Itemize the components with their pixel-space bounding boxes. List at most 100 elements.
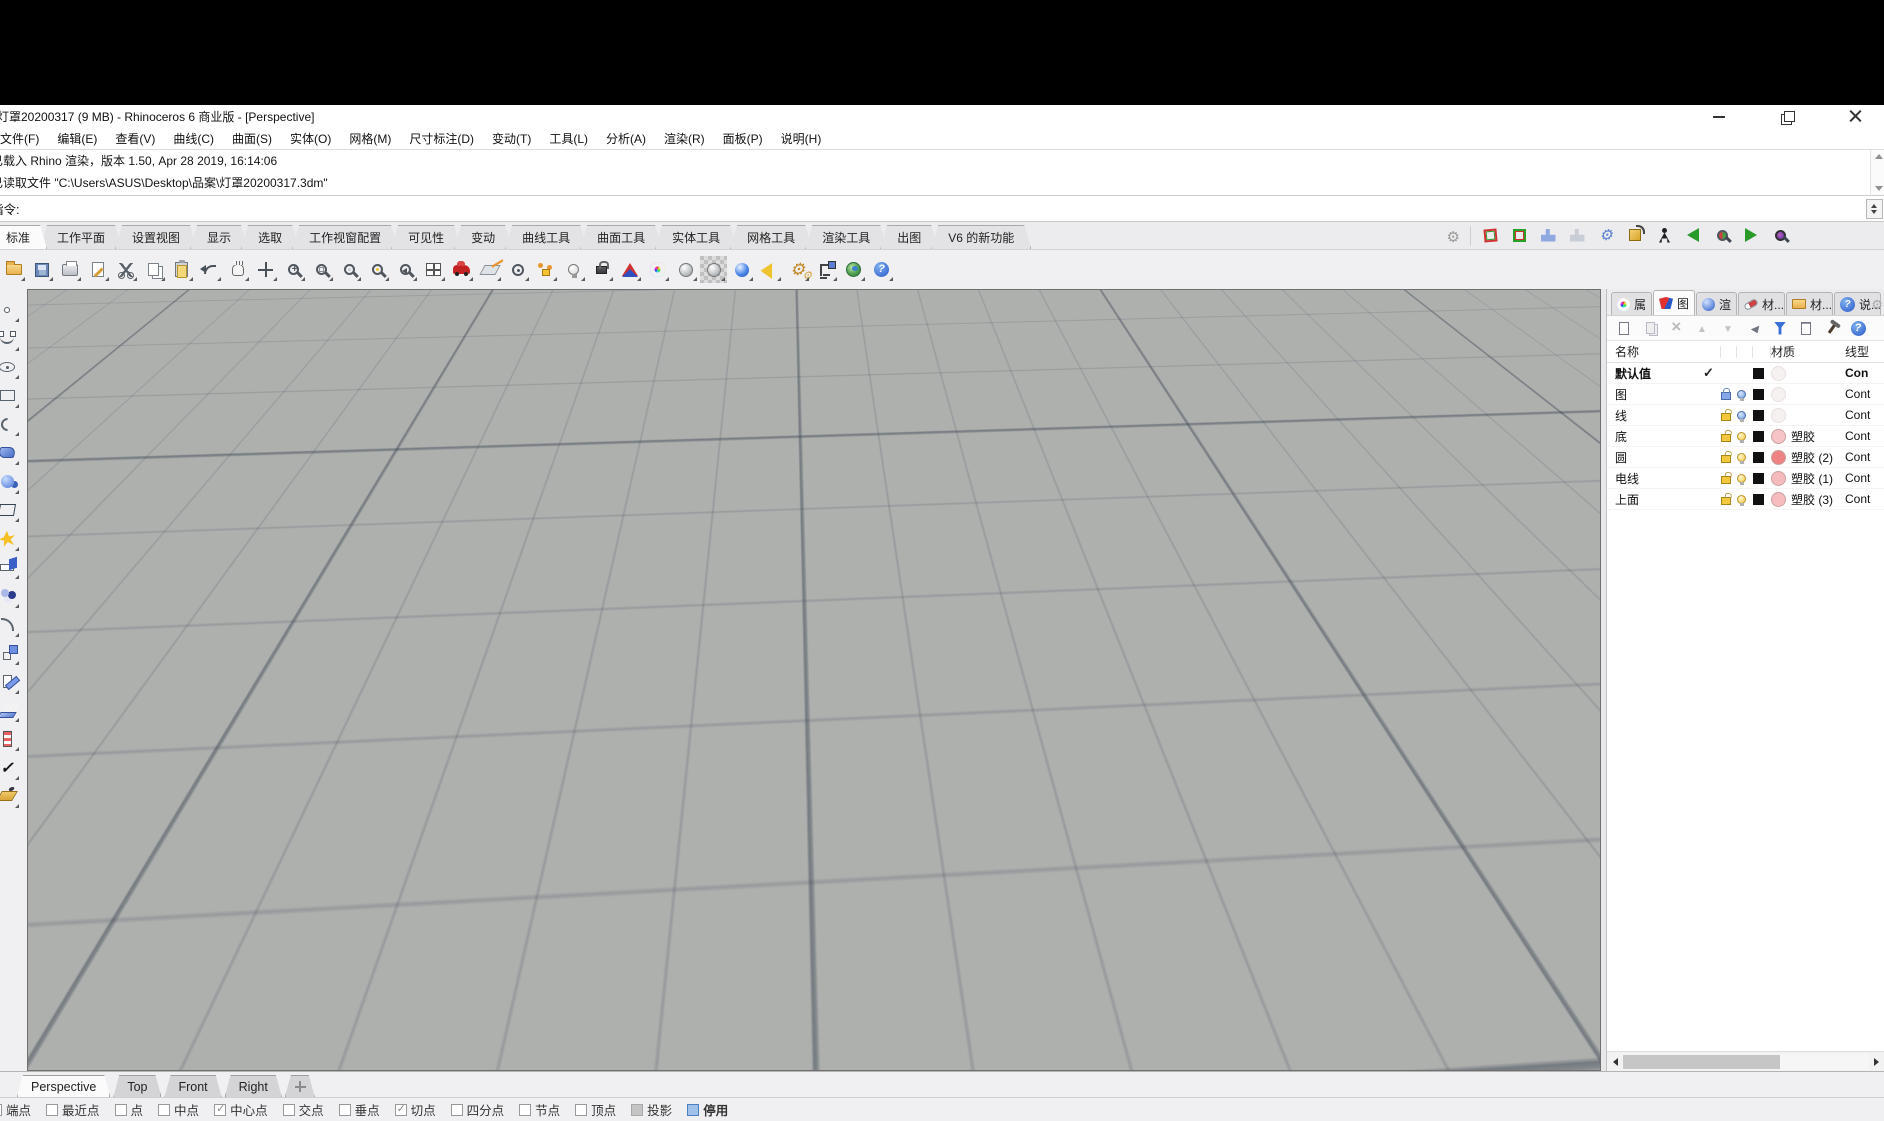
zoom-dynamic-icon[interactable] [336, 256, 363, 283]
ribbon-tab[interactable]: 实体工具 [655, 225, 737, 249]
checkbox[interactable] [283, 1104, 295, 1116]
view-tab[interactable]: Front [164, 1075, 221, 1097]
menu-item[interactable]: 尺寸标注(D) [400, 128, 483, 149]
person-scale-icon[interactable] [1651, 222, 1677, 248]
menu-item[interactable]: 网格(M) [340, 128, 400, 149]
sphere-gray-icon[interactable] [672, 256, 699, 283]
panel-tab[interactable]: 材... [1786, 292, 1833, 315]
fillet-icon[interactable] [0, 612, 20, 638]
layer-color-swatch[interactable] [1753, 452, 1764, 463]
panel-hscrollbar[interactable] [1607, 1051, 1884, 1071]
lamp-icon[interactable] [560, 256, 587, 283]
wirebox-red-icon[interactable] [1477, 222, 1503, 248]
layer-color-swatch[interactable] [1753, 494, 1764, 505]
menu-item[interactable]: 曲线(C) [164, 128, 223, 149]
layer-row[interactable]: 圆 塑胶 (2) Cont [1607, 447, 1884, 468]
cplane-icon[interactable] [476, 256, 503, 283]
move-down-icon[interactable] [1719, 319, 1737, 337]
move-up-icon[interactable] [1693, 319, 1711, 337]
menu-item[interactable]: 查看(V) [106, 128, 164, 149]
checkbox[interactable] [0, 1104, 2, 1116]
checkbox[interactable] [339, 1104, 351, 1116]
arc-icon[interactable] [0, 411, 20, 437]
stamp-gray-icon[interactable] [1564, 222, 1590, 248]
ribbon-tab[interactable]: 显示 [190, 225, 248, 249]
material-circle[interactable] [1771, 492, 1786, 507]
menu-item[interactable]: 实体(O) [281, 128, 340, 149]
minimize-button[interactable] [1711, 109, 1729, 123]
surface-patch-icon[interactable] [0, 440, 20, 466]
menu-item[interactable]: 渲染(R) [655, 128, 714, 149]
osnap-toggle[interactable]: 中心点 [214, 1100, 268, 1119]
panel-tab[interactable]: 材... [1738, 292, 1785, 315]
copy-icon[interactable] [140, 256, 167, 283]
panel-tab[interactable]: 图 [1653, 290, 1695, 315]
menu-item[interactable]: 面板(P) [714, 128, 772, 149]
zoom-icon[interactable] [280, 256, 307, 283]
panel-tab[interactable]: 属 [1611, 292, 1652, 315]
material-circle[interactable] [1771, 471, 1786, 486]
scroll-left-icon[interactable] [1609, 1055, 1623, 1069]
panel-gear-icon[interactable]: ⚙ [1871, 297, 1883, 313]
disable-checkbox[interactable] [687, 1104, 699, 1116]
view-tab[interactable]: Top [113, 1075, 161, 1097]
stamp-blue-icon[interactable] [1535, 222, 1561, 248]
layer-color-swatch[interactable] [1753, 473, 1764, 484]
rotate-box-yellow-icon[interactable] [1622, 222, 1648, 248]
lock-icon[interactable] [1721, 476, 1731, 484]
layer-color-swatch[interactable] [1753, 368, 1764, 379]
lock-icon[interactable] [588, 256, 615, 283]
osnap-toggle[interactable]: 切点 [395, 1100, 436, 1119]
osnap-toggle[interactable]: 四分点 [451, 1100, 505, 1119]
chevron-down-icon[interactable] [121, 301, 129, 306]
mesh-icon[interactable] [0, 497, 20, 523]
checkbox[interactable] [46, 1104, 58, 1116]
checkbox[interactable] [451, 1104, 463, 1116]
page-edit-icon[interactable] [84, 256, 111, 283]
sphere-checker-icon[interactable] [700, 256, 727, 283]
viewport-title[interactable]: Perspective [31, 293, 135, 311]
menu-item[interactable]: 说明(H) [772, 128, 831, 149]
osnap-toggle[interactable]: 垂点 [339, 1100, 380, 1119]
render-wheel-icon[interactable] [644, 256, 671, 283]
ribbon-tab[interactable]: 网格工具 [730, 225, 812, 249]
block-rails-icon[interactable] [0, 726, 20, 752]
extrude-surface-icon[interactable] [0, 554, 20, 580]
group-points-icon[interactable] [0, 583, 20, 609]
checkbox[interactable] [575, 1104, 587, 1116]
extrude-solid-icon[interactable] [0, 697, 20, 723]
layer-color-swatch[interactable] [1753, 389, 1764, 400]
restore-button[interactable] [1779, 109, 1797, 123]
scroll-right-icon[interactable] [1869, 1055, 1883, 1069]
material-circle[interactable] [1771, 366, 1786, 381]
gumball-icon[interactable] [812, 256, 839, 283]
ribbon-tab[interactable]: 出图 [880, 225, 938, 249]
checkbox[interactable] [214, 1104, 226, 1116]
menu-item[interactable]: 曲面(S) [223, 128, 281, 149]
render-region-icon[interactable] [756, 256, 783, 283]
checkbox[interactable] [158, 1104, 170, 1116]
scroll-up-icon[interactable] [1875, 154, 1883, 159]
tools-hammer-icon[interactable] [1823, 319, 1841, 337]
checkbox[interactable] [395, 1104, 407, 1116]
scale-icon[interactable] [0, 640, 20, 666]
ribbon-tab[interactable]: V6 的新功能 [931, 225, 1031, 249]
pan-icon[interactable] [224, 256, 251, 283]
bulb-icon[interactable] [1737, 474, 1746, 483]
rectangle-icon[interactable] [0, 383, 20, 409]
control-curve-icon[interactable] [0, 326, 20, 352]
osnap-toggle[interactable]: 最近点 [46, 1100, 100, 1119]
lock-icon[interactable] [1721, 455, 1731, 463]
analyze-lens-icon[interactable] [1709, 222, 1735, 248]
bulb-icon[interactable] [1737, 453, 1746, 462]
layer-row[interactable]: 线 Cont [1607, 405, 1884, 426]
checkbox[interactable] [519, 1104, 531, 1116]
help-icon[interactable] [1849, 319, 1867, 337]
scroll-down-icon[interactable] [1875, 186, 1883, 191]
ribbon-tab[interactable]: 曲面工具 [580, 225, 662, 249]
wirebox-green-icon[interactable] [1506, 222, 1532, 248]
bulb-icon[interactable] [1737, 411, 1746, 420]
play-left-icon[interactable] [1680, 222, 1706, 248]
close-button[interactable] [1847, 109, 1865, 123]
undo-icon[interactable] [196, 256, 223, 283]
